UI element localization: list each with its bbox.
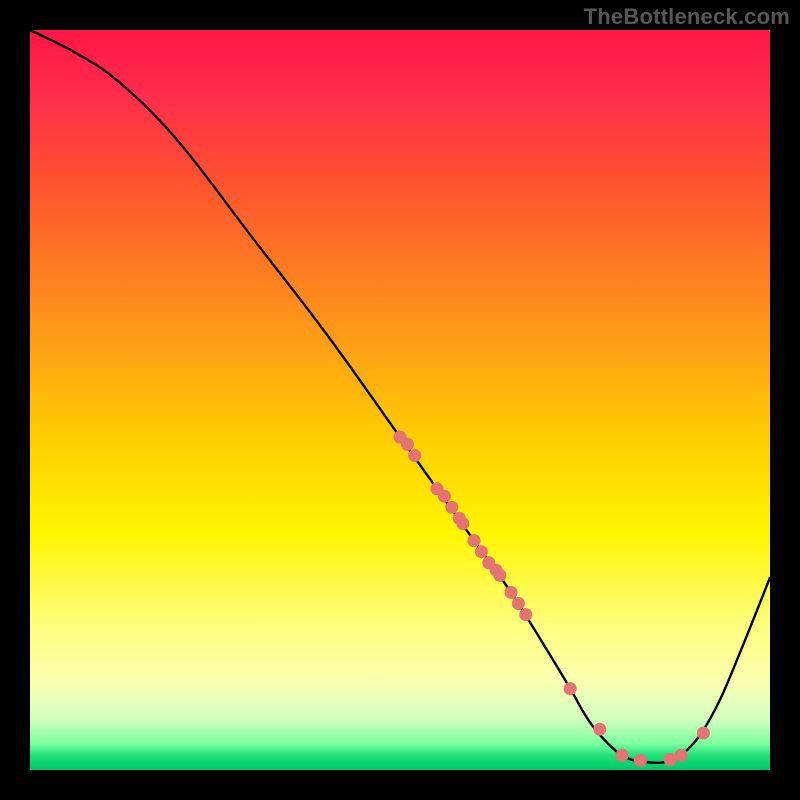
data-point (616, 749, 629, 762)
plot-area (30, 30, 770, 770)
data-point (445, 501, 458, 514)
chart-frame: TheBottleneck.com (0, 0, 800, 800)
data-point (564, 682, 577, 695)
chart-svg (30, 30, 770, 770)
data-point (468, 534, 481, 547)
data-point (475, 545, 488, 558)
data-point (519, 608, 532, 621)
data-point (493, 569, 506, 582)
data-point (697, 727, 710, 740)
data-point (664, 753, 677, 766)
data-point (408, 449, 421, 462)
data-point (512, 597, 525, 610)
data-point (505, 586, 518, 599)
data-point (593, 723, 606, 736)
data-point (675, 749, 688, 762)
data-points-group (394, 431, 710, 767)
data-point (438, 490, 451, 503)
data-point (401, 438, 414, 451)
watermark-text: TheBottleneck.com (584, 4, 790, 30)
data-point (634, 754, 647, 767)
bottleneck-curve (30, 30, 770, 763)
data-point (456, 517, 469, 530)
